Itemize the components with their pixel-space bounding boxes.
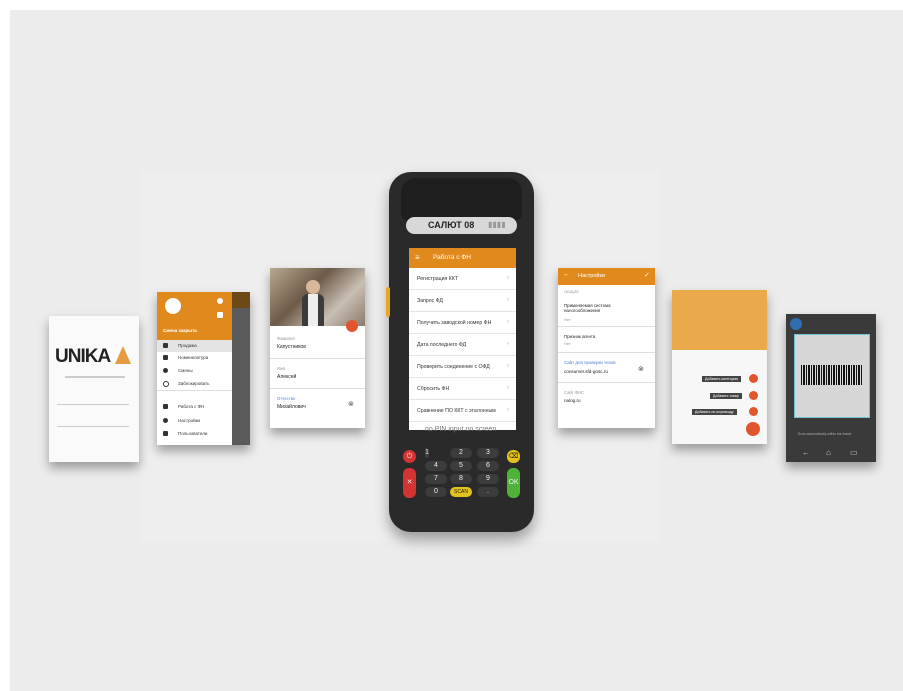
back-icon[interactable]: ← (563, 271, 570, 278)
logo-text: UNIKA (55, 346, 111, 367)
setting-fns-site[interactable]: Сайт ФНС nalog.ru (558, 386, 655, 412)
key-9[interactable]: 9 (477, 474, 499, 484)
login-field[interactable] (57, 394, 129, 405)
key-2[interactable]: 2 (450, 448, 472, 458)
fn-row[interactable]: Проверить соединение с ОФД › (409, 356, 516, 378)
led-indicators: ▮▮▮▮ (488, 220, 506, 229)
dot-icon (163, 368, 168, 373)
key-0[interactable]: 0 (425, 487, 447, 497)
lock-icon[interactable] (217, 312, 223, 318)
setting-tax[interactable]: Применяемая система налогообложения Нет (558, 298, 655, 327)
lock-circle-icon (163, 381, 169, 387)
fab-close-button[interactable] (746, 422, 760, 436)
nav-recent-icon[interactable]: ▭ (850, 448, 858, 457)
fab-actions-card: Добавить категорию Добавить товар Добави… (672, 290, 767, 444)
settings-appbar: ← Настройки ✓ (558, 268, 655, 285)
drawer-menu-card: Смена закрыта Продажа Номенклатура Смены… (157, 292, 250, 445)
cancel-key[interactable]: ✕ (403, 468, 416, 498)
nav-back-icon[interactable]: ← (802, 448, 810, 457)
fn-row[interactable]: Сбросить ФН › (409, 378, 516, 400)
fn-row[interactable]: Сравнение ПО ККТ с эталонным › (409, 400, 516, 422)
key-dot[interactable]: . (477, 487, 499, 497)
bag-icon (163, 355, 168, 360)
unika-login-card: UNIKA (49, 316, 139, 462)
menu-item-lock[interactable]: Заблокировать (157, 378, 232, 391)
key-5[interactable]: 5 (450, 461, 472, 471)
shift-status: Смена закрыта (163, 328, 197, 333)
folder-icon[interactable] (749, 374, 758, 383)
field-surname[interactable]: Фамилия Капустников (270, 330, 365, 359)
device-screen: ≡ Работа с ФН Регистрация ККТ › Запрос ФД… (409, 248, 516, 430)
action-label: Добавить по штрихкоду (692, 409, 737, 415)
key-3[interactable]: 3 (477, 448, 499, 458)
logo-accent (115, 346, 131, 364)
key-6[interactable]: 6 (477, 461, 499, 471)
ok-key[interactable]: OK (507, 468, 520, 498)
check-icon[interactable]: ✓ (644, 271, 650, 279)
profile-photo (270, 268, 365, 326)
menu-item-sale[interactable]: Продажа (157, 340, 232, 352)
setting-agent[interactable]: Признак агента Нет (558, 328, 655, 353)
fn-row[interactable]: Получить заводской номер ФН › (409, 312, 516, 334)
info-icon[interactable] (217, 298, 223, 304)
person-icon (163, 343, 168, 348)
fn-row[interactable]: Дата последнего ФД › (409, 334, 516, 356)
gear-icon (163, 418, 168, 423)
fn-row[interactable]: Запрос ФД › (409, 290, 516, 312)
drawer-header: Смена закрыта (157, 292, 232, 340)
scanner-card: Scan automatically within the frame ← ⌂ … (786, 314, 876, 462)
fn-row[interactable]: Регистрация ККТ › (409, 268, 516, 290)
scan-hint: Scan automatically within the frame (798, 432, 852, 436)
field-name[interactable]: Имя Алексей (270, 360, 365, 389)
field-patronymic[interactable]: Отчество Михайлович ⊗ (270, 392, 365, 420)
grid-icon (163, 404, 168, 409)
settings-card: ← Настройки ✓ ОБЩИЕ Применяемая система … (558, 268, 655, 428)
menu-item-fn[interactable]: Работа с ФН (157, 401, 232, 413)
dimmed-header (672, 290, 767, 350)
menu-item-settings[interactable]: Настройки (157, 415, 232, 427)
clear-key[interactable]: ⌫ (507, 450, 520, 463)
clear-icon[interactable]: ⊗ (638, 365, 644, 373)
users-icon (163, 431, 168, 436)
key-7[interactable]: 7 (425, 474, 447, 484)
clear-icon[interactable]: ⊗ (348, 400, 354, 408)
brand-plate: САЛЮТ 08 ▮▮▮▮ (406, 217, 517, 234)
product-icon[interactable] (749, 391, 758, 400)
device-top (401, 178, 522, 220)
keypad: ⏻ ✕ ⌫ OK 1 2 3 4 5 6 7 8 9 0 SCAN . (403, 448, 520, 508)
subtitle-line (65, 376, 125, 378)
action-label: Добавить товар (710, 393, 742, 399)
side-scan-key[interactable] (386, 287, 390, 317)
avatar (165, 298, 181, 314)
menu-icon[interactable]: ≡ (415, 253, 420, 262)
key-4[interactable]: 4 (425, 461, 447, 471)
barcode (801, 365, 863, 385)
pos-terminal: САЛЮТ 08 ▮▮▮▮ ≡ Работа с ФН Регистрация … (386, 172, 534, 532)
setting-check-site[interactable]: Сайт для проверки чеков consumer.sfd-gos… (558, 354, 655, 383)
key-1[interactable]: 1 (425, 448, 429, 458)
scan-frame (794, 334, 870, 418)
menu-item-users[interactable]: Пользователи (157, 428, 232, 440)
toolbar-overlay (232, 292, 250, 308)
nav-home-icon[interactable]: ⌂ (826, 448, 831, 457)
barcode-icon[interactable] (749, 407, 758, 416)
profile-card: Фамилия Капустников Имя Алексей Отчество… (270, 268, 365, 428)
scanner-app-icon (790, 318, 802, 330)
password-field[interactable] (57, 416, 129, 427)
screen-title: Работа с ФН (433, 254, 471, 261)
menu-item-nomenclature[interactable]: Номенклатура (157, 352, 232, 364)
power-key[interactable]: ⏻ (403, 450, 416, 463)
action-label: Добавить категорию (702, 376, 742, 382)
drawer: Смена закрыта Продажа Номенклатура Смены… (157, 292, 232, 445)
screen-appbar: ≡ Работа с ФН (409, 248, 516, 268)
menu-item-shifts[interactable]: Смены (157, 365, 232, 377)
key-8[interactable]: 8 (450, 474, 472, 484)
scan-key[interactable]: SCAN (450, 487, 472, 497)
pin-note: no PIN input on screen (425, 426, 497, 433)
